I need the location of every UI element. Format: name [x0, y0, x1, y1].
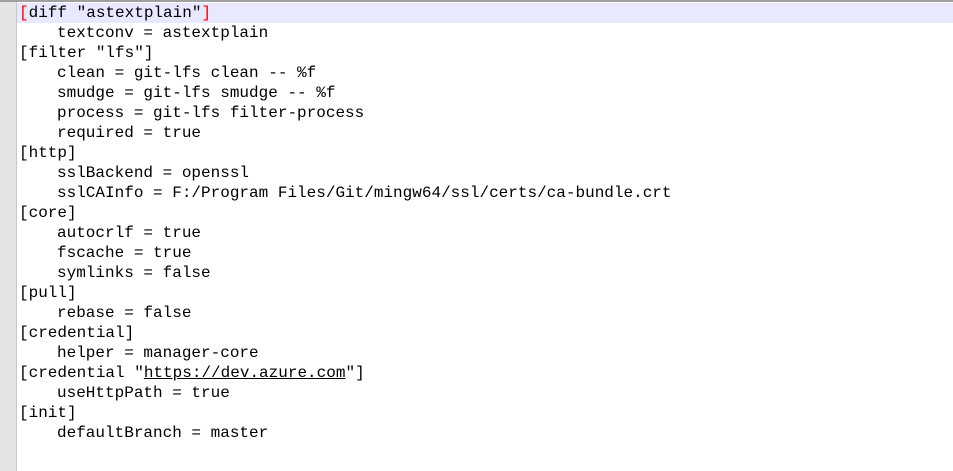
code-text: useHttpPath = true [57, 384, 230, 402]
code-line[interactable]: [credential "https://dev.azure.com"] [17, 363, 953, 383]
code-line[interactable]: symlinks = false [17, 263, 953, 283]
code-line[interactable]: clean = git-lfs clean -- %f [17, 63, 953, 83]
code-text: [pull] [19, 284, 77, 302]
editor-gutter [0, 2, 17, 471]
code-text: defaultBranch = master [57, 424, 269, 442]
code-text: smudge = git-lfs smudge -- %f [57, 84, 336, 102]
code-line[interactable]: [http] [17, 143, 953, 163]
code-line[interactable]: [init] [17, 403, 953, 423]
text-editor[interactable]: [diff "astextplain"] textconv = astextpl… [0, 0, 953, 471]
code-line[interactable]: [credential] [17, 323, 953, 343]
code-text: [credential " [19, 364, 144, 382]
bracket-highlight-open: [ [19, 4, 29, 22]
code-line[interactable]: textconv = astextplain [17, 23, 953, 43]
code-text: sslBackend = openssl [57, 164, 250, 182]
code-line[interactable]: sslBackend = openssl [17, 163, 953, 183]
code-line[interactable]: helper = manager-core [17, 343, 953, 363]
code-line-current[interactable]: [diff "astextplain"] [17, 3, 953, 23]
code-text: fscache = true [57, 244, 192, 262]
code-line[interactable]: sslCAInfo = F:/Program Files/Git/mingw64… [17, 183, 953, 203]
code-line[interactable]: smudge = git-lfs smudge -- %f [17, 83, 953, 103]
code-text: [init] [19, 404, 77, 422]
code-text: sslCAInfo = F:/Program Files/Git/mingw64… [57, 184, 672, 202]
url-link[interactable]: https://dev.azure.com [144, 364, 346, 382]
code-text: autocrlf = true [57, 224, 202, 242]
code-text: rebase = false [57, 304, 192, 322]
code-text: textconv = astextplain [57, 24, 269, 42]
code-line[interactable]: [core] [17, 203, 953, 223]
code-text: symlinks = false [57, 264, 211, 282]
code-text: diff "astextplain" [28, 4, 202, 22]
code-line[interactable]: rebase = false [17, 303, 953, 323]
code-text: [core] [19, 204, 77, 222]
code-line[interactable]: useHttpPath = true [17, 383, 953, 403]
code-text: [filter "lfs"] [19, 44, 154, 62]
code-text: "] [345, 364, 365, 382]
code-line[interactable]: fscache = true [17, 243, 953, 263]
editor-top-border [0, 0, 953, 2]
code-text: [http] [19, 144, 77, 162]
code-line[interactable]: autocrlf = true [17, 223, 953, 243]
code-text: required = true [57, 124, 202, 142]
code-line[interactable]: defaultBranch = master [17, 423, 953, 443]
code-text: clean = git-lfs clean -- %f [57, 64, 317, 82]
code-line[interactable]: required = true [17, 123, 953, 143]
code-line[interactable]: process = git-lfs filter-process [17, 103, 953, 123]
code-text: helper = manager-core [57, 344, 259, 362]
bracket-highlight-close: ] [201, 4, 212, 22]
code-line[interactable]: [pull] [17, 283, 953, 303]
code-line[interactable]: [filter "lfs"] [17, 43, 953, 63]
code-text: process = git-lfs filter-process [57, 104, 365, 122]
editor-content[interactable]: [diff "astextplain"] textconv = astextpl… [17, 3, 953, 443]
code-text: [credential] [19, 324, 135, 342]
